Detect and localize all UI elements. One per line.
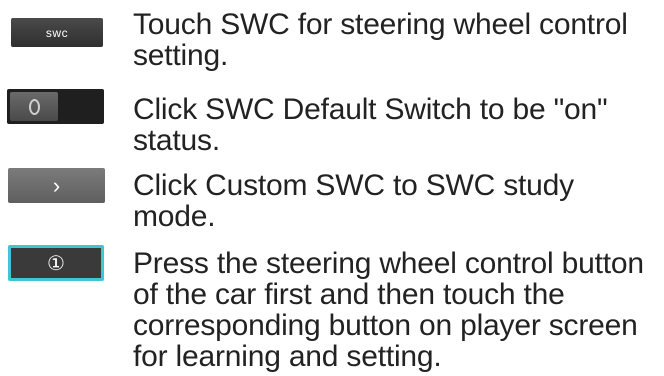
instruction-text-learning: Press the steering wheel control button …: [133, 247, 644, 373]
toggle-switch-off-icon: [29, 99, 40, 115]
custom-swc-button[interactable]: ›: [8, 168, 105, 203]
toggle-knob-track: [10, 92, 58, 121]
numbered-key-button[interactable]: ①: [8, 245, 104, 281]
swc-button[interactable]: SWC: [11, 18, 103, 47]
instruction-text-swc: Touch SWC for steering wheel control set…: [133, 8, 628, 72]
instruction-text-default-switch: Click SWC Default Switch to be "on" stat…: [133, 93, 608, 157]
chevron-right-icon: ›: [52, 172, 61, 198]
swc-button-label: SWC: [45, 25, 69, 40]
instruction-text-custom-swc: Click Custom SWC to SWC study mode.: [133, 169, 574, 233]
swc-default-switch[interactable]: [7, 89, 104, 124]
circled-one-icon: ①: [47, 252, 65, 275]
